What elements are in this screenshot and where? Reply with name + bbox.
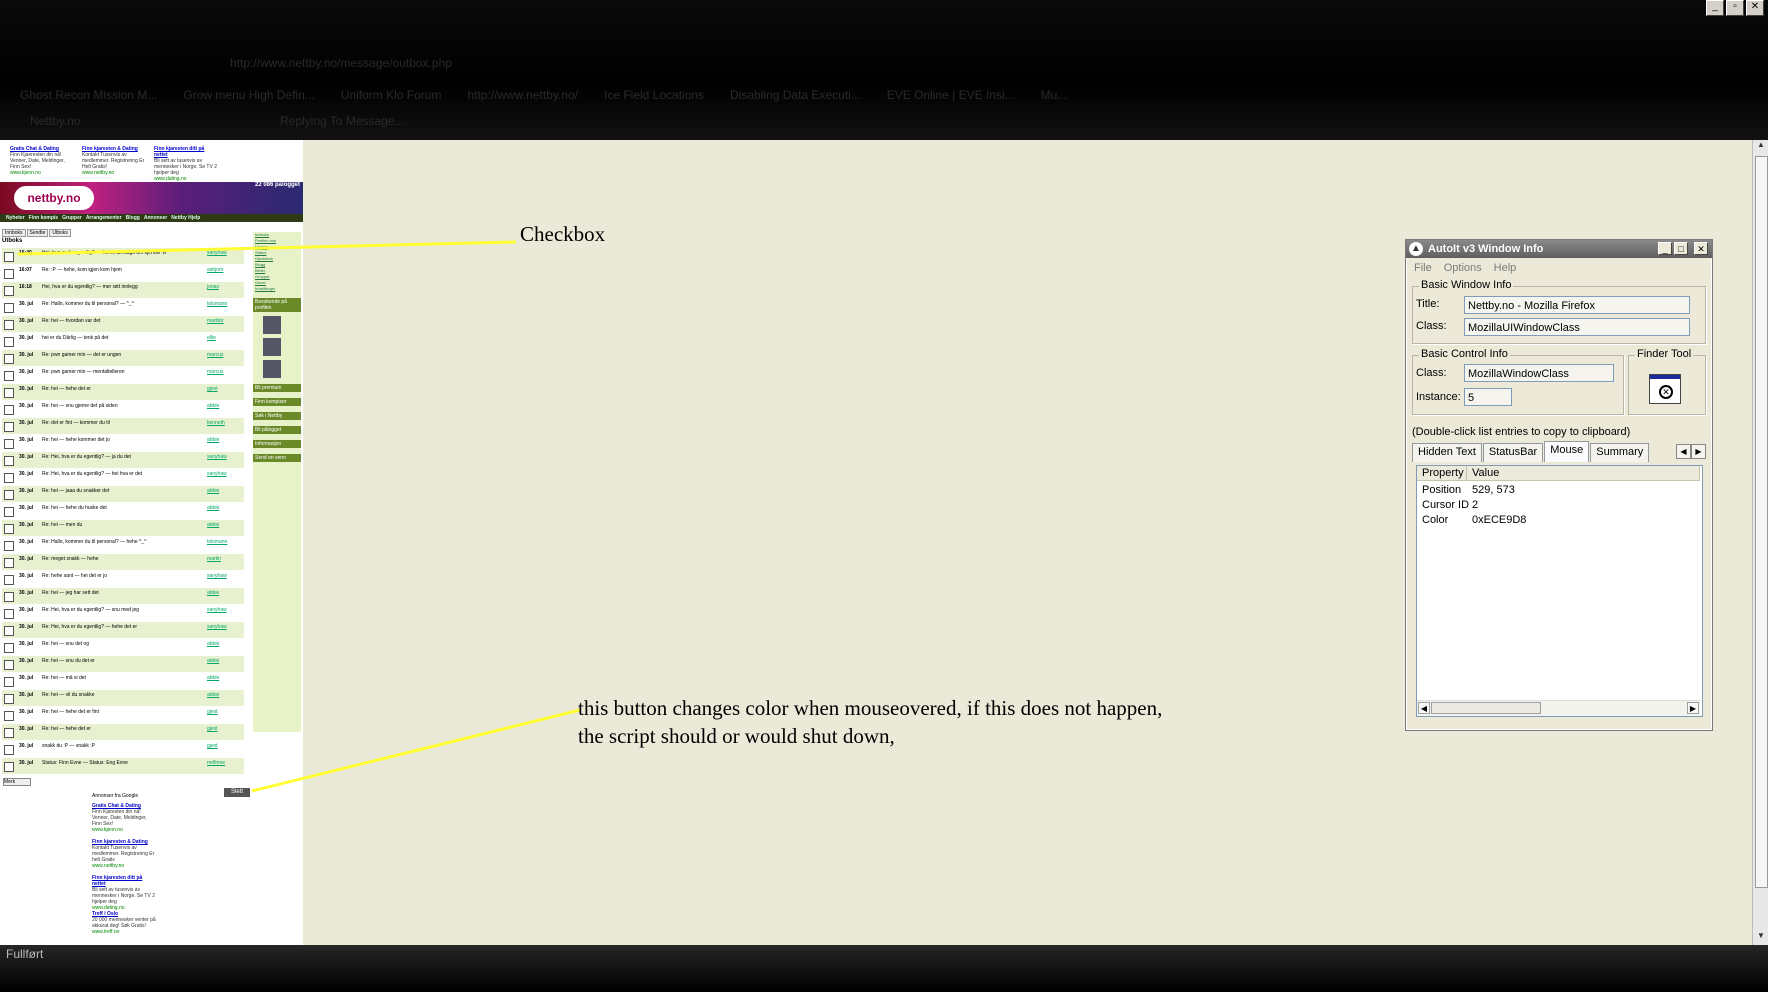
row-property: Position bbox=[1422, 484, 1462, 496]
status-text: Fullført bbox=[6, 947, 44, 961]
finder-tool-group: Finder Tool ✕ bbox=[1628, 348, 1706, 415]
title-field[interactable]: Nettby.no - Mozilla Firefox bbox=[1464, 296, 1690, 314]
autoit-menubar: File Options Help bbox=[1414, 262, 1516, 274]
menu-options[interactable]: Options bbox=[1444, 262, 1482, 274]
row-value: 529, 573 bbox=[1472, 484, 1515, 496]
autoit-logo-icon: ▲ bbox=[1409, 242, 1423, 256]
control-class-field[interactable]: MozillaWindowClass bbox=[1464, 364, 1614, 382]
basic-control-info-group: Basic Control Info Class: MozillaWindowC… bbox=[1412, 348, 1624, 415]
menu-file[interactable]: File bbox=[1414, 262, 1432, 274]
instance-field[interactable]: 5 bbox=[1464, 388, 1512, 406]
hscroll-thumb[interactable] bbox=[1431, 702, 1541, 714]
hscroll-right-arrow[interactable]: ▶ bbox=[1687, 702, 1699, 714]
list-row-color[interactable]: Color 0xECE9D8 bbox=[1422, 514, 1526, 526]
tab-left-arrow-icon[interactable]: ◀ bbox=[1676, 444, 1691, 459]
autoit-title: AutoIt v3 Window Info bbox=[1428, 243, 1544, 255]
class-field[interactable]: MozillaUIWindowClass bbox=[1464, 318, 1690, 336]
row-value: 2 bbox=[1472, 499, 1479, 511]
finder-tool-label: Finder Tool bbox=[1635, 348, 1694, 360]
tab-mouse[interactable]: Mouse bbox=[1544, 441, 1590, 462]
control-class-label: Class: bbox=[1416, 367, 1447, 379]
column-property[interactable]: Property bbox=[1417, 466, 1467, 481]
list-row-cursor-id[interactable]: Cursor ID 2 bbox=[1422, 499, 1478, 511]
tab-hidden-text[interactable]: Hidden Text bbox=[1412, 443, 1482, 462]
property-list[interactable]: Property Value Position 529, 573 Cursor … bbox=[1416, 465, 1703, 717]
tab-right-arrow-icon[interactable]: ▶ bbox=[1691, 444, 1706, 459]
row-value: 0xECE9D8 bbox=[1472, 514, 1527, 526]
row-property: Color bbox=[1422, 514, 1449, 526]
button-annotation-line-1: this button changes color when mouseover… bbox=[578, 696, 1163, 720]
autoit-minimize-button[interactable]: _ bbox=[1658, 242, 1672, 255]
title-label: Title: bbox=[1416, 298, 1440, 310]
finder-tool-button[interactable]: ✕ bbox=[1649, 374, 1681, 404]
row-property: Cursor ID bbox=[1422, 499, 1470, 511]
menu-help[interactable]: Help bbox=[1494, 262, 1517, 274]
autoit-close-button[interactable]: ✕ bbox=[1694, 242, 1708, 255]
tab-summary[interactable]: Summary bbox=[1590, 443, 1650, 462]
autoit-window: ▲ AutoIt v3 Window Info _ □ ✕ File Optio… bbox=[1405, 239, 1713, 731]
autoit-maximize-button[interactable]: □ bbox=[1674, 242, 1688, 255]
column-value[interactable]: Value bbox=[1467, 466, 1700, 481]
checkbox-annotation: Checkbox bbox=[520, 222, 606, 246]
tab-statusbar[interactable]: StatusBar bbox=[1482, 443, 1544, 462]
list-row-position[interactable]: Position 529, 573 bbox=[1422, 484, 1515, 496]
basic-window-info-group: Basic Window Info Title: Nettby.no - Moz… bbox=[1412, 279, 1706, 344]
list-hscrollbar[interactable]: ◀ ▶ bbox=[1417, 700, 1700, 716]
autoit-tabs: Hidden Text StatusBar Mouse Summary bbox=[1412, 441, 1650, 464]
hscroll-left-arrow[interactable]: ◀ bbox=[1418, 702, 1430, 714]
tab-scroll-arrows: ◀ ▶ bbox=[1676, 444, 1706, 459]
basic-window-info-label: Basic Window Info bbox=[1419, 279, 1514, 291]
crosshair-icon: ✕ bbox=[1659, 385, 1673, 399]
button-pointer-line bbox=[251, 708, 581, 793]
button-annotation-line-2: the script should or would shut down, bbox=[578, 724, 895, 748]
instance-label: Instance: bbox=[1416, 391, 1461, 403]
basic-control-info-label: Basic Control Info bbox=[1419, 348, 1510, 360]
clipboard-note: (Double-click list entries to copy to cl… bbox=[1412, 426, 1631, 438]
class-label: Class: bbox=[1416, 320, 1447, 332]
checkbox-pointer-line bbox=[17, 240, 517, 256]
browser-statusbar bbox=[0, 945, 1768, 992]
